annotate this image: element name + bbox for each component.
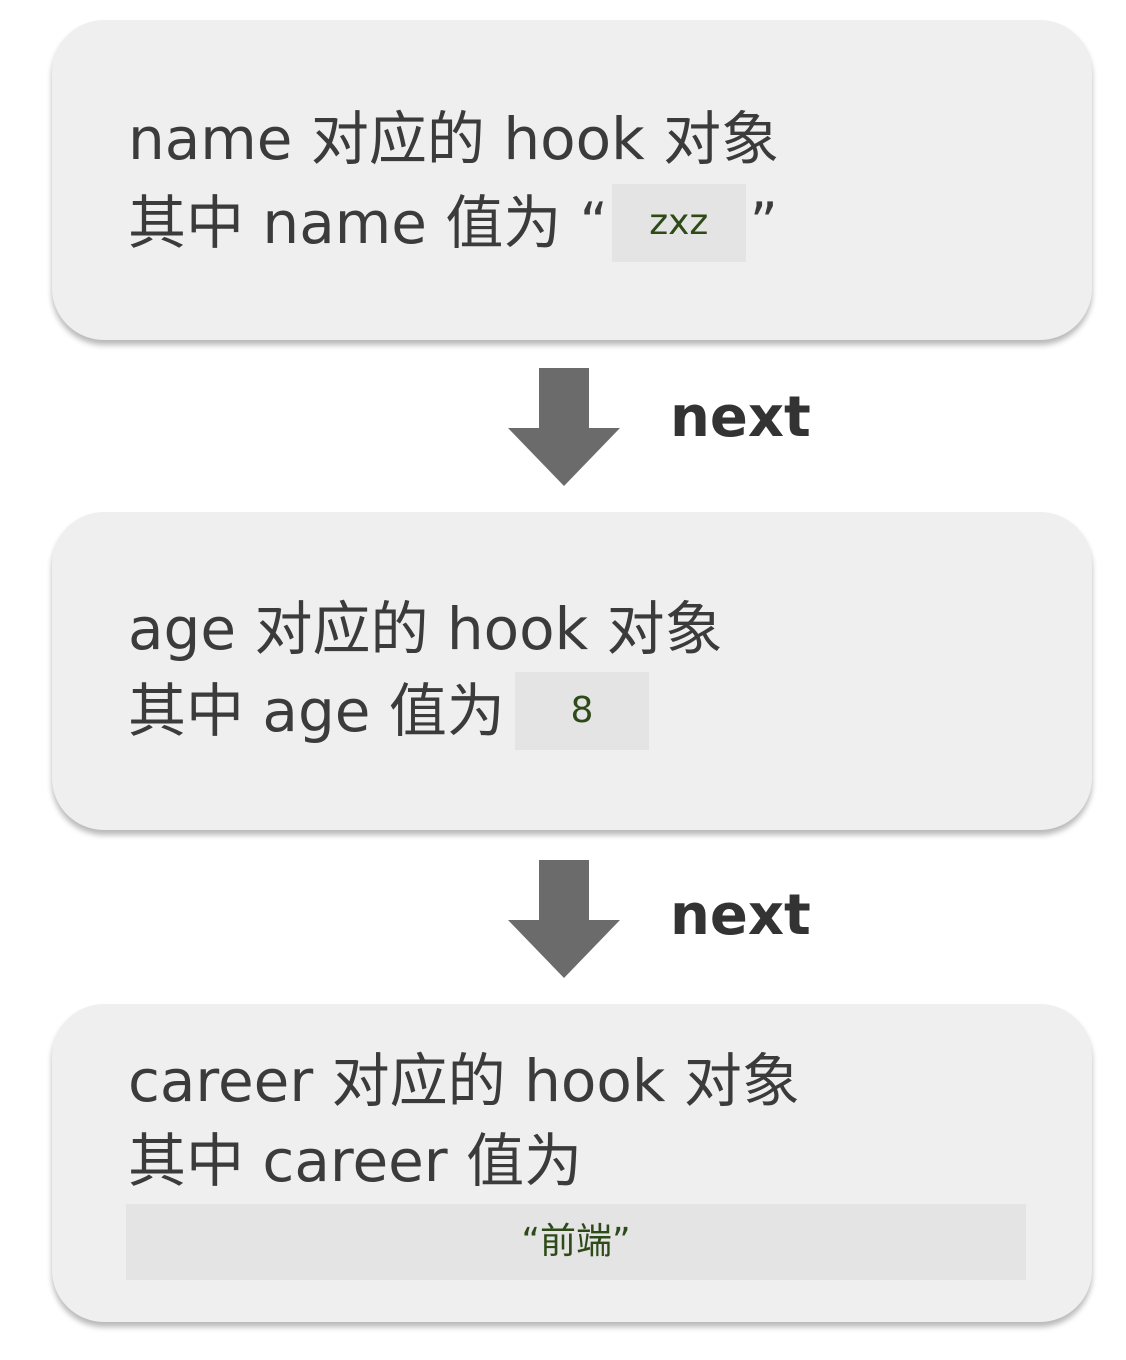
- node-value-prefix: 其中 age 值为: [128, 677, 505, 745]
- node-value-line: 其中 age 值为 8: [128, 672, 649, 750]
- next-label: next: [670, 385, 811, 450]
- node-value-prefix: 其中 name 值为: [128, 189, 562, 257]
- node-title: name 对应的 hook 对象: [128, 105, 780, 173]
- node-title: age 对应的 hook 对象: [128, 595, 723, 663]
- node-title: career 对应的 hook 对象: [128, 1047, 800, 1115]
- value-code: 8: [514, 672, 649, 750]
- node-value-prefix: 其中 career 值为: [128, 1127, 583, 1195]
- hook-node-age: age 对应的 hook 对象 其中 age 值为 8: [52, 512, 1092, 830]
- value-code: “前端”: [126, 1204, 1026, 1280]
- down-arrow-icon: [508, 860, 620, 978]
- next-label: next: [670, 883, 811, 948]
- value-code: zxz: [611, 184, 746, 262]
- down-arrow-icon: [508, 368, 620, 486]
- hook-node-career: career 对应的 hook 对象 其中 career 值为 “前端”: [52, 1004, 1092, 1322]
- hook-node-name: name 对应的 hook 对象 其中 name 值为 “zxz”: [52, 20, 1092, 340]
- open-quote: “: [579, 191, 608, 254]
- node-value-line: 其中 name 值为 “zxz”: [128, 184, 778, 262]
- close-quote: ”: [749, 191, 778, 254]
